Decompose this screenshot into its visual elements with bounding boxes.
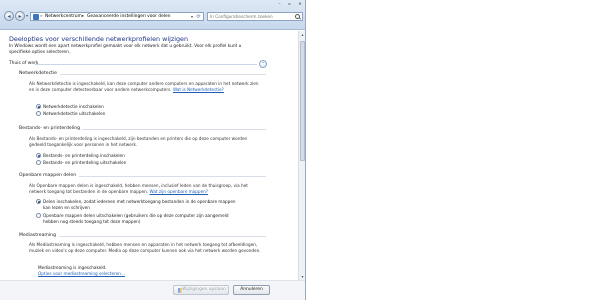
main-content: Deelopties voor verschillende netwerkpro…: [0, 31, 305, 280]
sharing-description: Als Bestands- en printerdeling is ingesc…: [29, 136, 248, 147]
section-title-media-streaming: Mediastreaming: [19, 233, 56, 238]
section-title-public-folders: Openbare mappen delen: [19, 173, 77, 178]
back-arrow-icon: ◂: [7, 13, 11, 20]
radio-label: Openbare mappen delen uitschakelen (gebr…: [43, 212, 229, 224]
vertical-scrollbar[interactable]: ▴ ▾: [298, 31, 305, 280]
forward-button[interactable]: ▸: [15, 11, 25, 21]
discovery-help-link[interactable]: Wat is Netwerkdetectie?: [173, 87, 224, 92]
profile-header[interactable]: Thuis of werk ⌃: [9, 60, 267, 68]
discovery-description: Als Netwerkdetectie is ingeschakeld, kan…: [29, 81, 261, 93]
breadcrumb-advanced-sharing[interactable]: Geavanceerde instellingen voor delen: [87, 14, 170, 20]
radio-button[interactable]: [36, 153, 41, 158]
section-title-file-sharing: Bestands- en printerdeling: [19, 126, 81, 131]
radio-label: Bestands- en printerdeling uitschakelen: [43, 159, 127, 165]
chevron-up-icon[interactable]: ⌃: [259, 60, 267, 68]
cancel-button[interactable]: Annuleren: [233, 285, 270, 295]
profile-divider: [35, 64, 257, 65]
intro-text: In Windows wordt een apart netwerkprofie…: [9, 44, 242, 55]
radio-label: Netwerkdetectie uitschakelen: [43, 110, 106, 116]
radio-button[interactable]: [36, 213, 41, 218]
streaming-status: Mediastreaming is ingeschakeld.: [38, 265, 107, 270]
minimize-icon[interactable]: –: [275, 0, 284, 7]
scroll-thumb[interactable]: [300, 41, 305, 161]
section-divider: [59, 236, 266, 237]
section-divider: [79, 176, 266, 177]
section-divider: [60, 74, 266, 75]
save-changes-button[interactable]: Wijzigingen opslaan: [173, 285, 229, 295]
profile-name: Thuis of werk: [9, 61, 39, 66]
streaming-options-link[interactable]: Opties voor mediastreaming selecteren...: [38, 271, 125, 276]
control-panel-icon: [33, 14, 39, 20]
search-icon[interactable]: [295, 14, 300, 19]
button-bar: Wijzigingen opslaan Annuleren: [0, 280, 305, 300]
radio-button[interactable]: [36, 111, 41, 116]
scroll-up-icon[interactable]: ▴: [299, 31, 305, 38]
breadcrumb-network-center[interactable]: Netwerkcentrum: [45, 14, 82, 20]
section-title-discovery: Netwerkdetectie: [19, 71, 57, 76]
maximize-icon[interactable]: ▫: [285, 0, 294, 7]
shield-icon: [178, 288, 182, 293]
public-text: Als Openbare mappen delen is ingeschakel…: [29, 183, 248, 194]
public-help-link[interactable]: Wat zijn openbare mappen?: [149, 189, 208, 194]
refresh-icon[interactable]: ⟳: [195, 14, 202, 20]
close-icon[interactable]: ✕: [295, 0, 305, 7]
public-description: Als Openbare mappen delen is ingeschakel…: [29, 183, 261, 195]
radio-label: Delen inschakelen, zodat iedereen met ne…: [43, 198, 236, 210]
recent-pages-dropdown-icon[interactable]: ▾: [26, 13, 28, 18]
navigation-bar: ◂ ▸ ▾ » Netwerkcentrum ▸ Geavanceerde in…: [0, 0, 305, 30]
radio-button[interactable]: [36, 199, 41, 204]
page-title: Deelopties voor verschillende netwerkpro…: [9, 35, 189, 43]
search-input[interactable]: [210, 13, 294, 20]
forward-arrow-icon: ▸: [18, 13, 22, 20]
section-divider: [82, 129, 266, 130]
discovery-text: Als Netwerkdetectie is ingeschakeld, kan…: [29, 81, 259, 92]
back-button[interactable]: ◂: [4, 11, 14, 21]
address-dropdown-icon[interactable]: ▾: [191, 14, 193, 19]
breadcrumb-separator-icon[interactable]: ▸: [82, 14, 84, 20]
radio-button[interactable]: [36, 160, 41, 165]
save-changes-label: Wijzigingen opslaan: [182, 287, 226, 292]
radio-label: Netwerkdetectie inschakelen: [43, 103, 104, 109]
scroll-down-icon[interactable]: ▾: [299, 273, 305, 280]
streaming-description: Als Mediastreaming is ingeschakeld, hebb…: [29, 242, 261, 253]
control-panel-window: ◂ ▸ ▾ » Netwerkcentrum ▸ Geavanceerde in…: [0, 0, 306, 300]
radio-button[interactable]: [36, 104, 41, 109]
radio-label: Bestands- en printerdeling inschakelen: [43, 152, 125, 158]
breadcrumb-separator-icon[interactable]: »: [40, 14, 43, 20]
search-box[interactable]: [207, 12, 303, 21]
address-bar[interactable]: » Netwerkcentrum ▸ Geavanceerde instelli…: [30, 12, 204, 21]
